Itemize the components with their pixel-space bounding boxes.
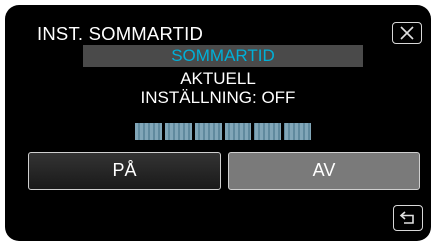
on-button[interactable]: PÅ xyxy=(28,152,221,190)
close-icon xyxy=(400,26,414,40)
date-time-preview xyxy=(135,123,311,140)
close-button[interactable] xyxy=(392,22,422,44)
current-setting: AKTUELL INSTÄLLNING: OFF xyxy=(5,69,431,107)
screen-title: INST. SOMMARTID xyxy=(37,23,204,44)
return-icon xyxy=(399,211,414,224)
dst-settings-screen: INST. SOMMARTID SOMMARTID AKTUELL INSTÄL… xyxy=(5,5,431,241)
current-setting-line1: AKTUELL xyxy=(180,69,256,88)
current-setting-line2: INSTÄLLNING: OFF xyxy=(140,88,296,107)
dst-banner: SOMMARTID xyxy=(83,45,363,67)
back-button[interactable] xyxy=(393,205,423,231)
off-button[interactable]: AV xyxy=(228,152,420,190)
